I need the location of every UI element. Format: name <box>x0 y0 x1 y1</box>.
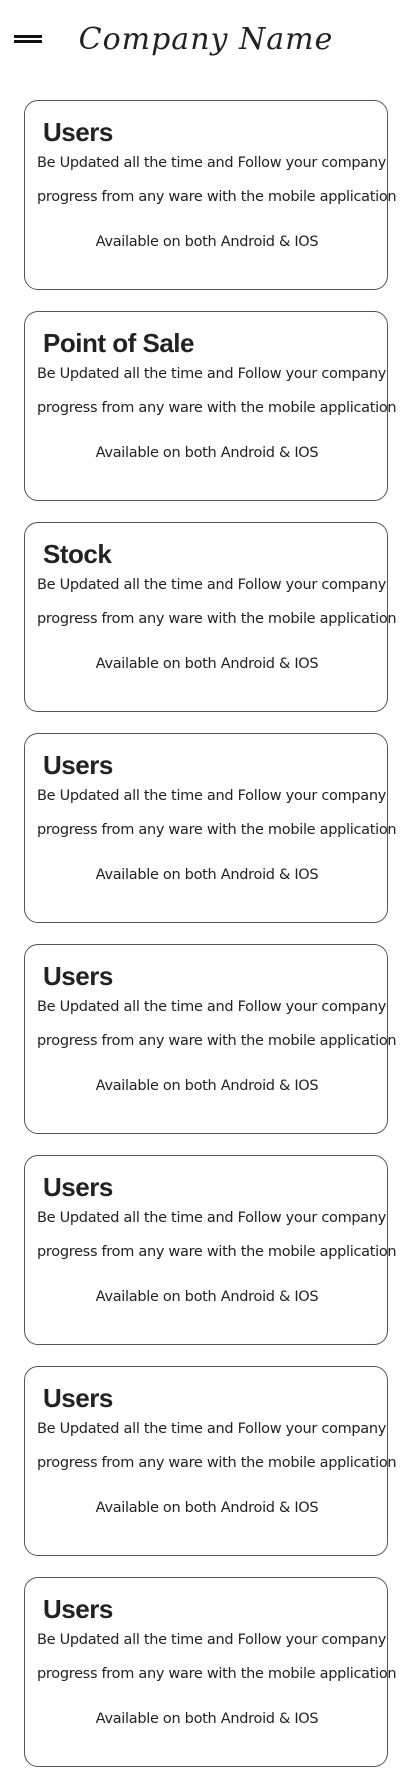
card-description-line-2: progress from any ware with the mobile a… <box>37 822 397 838</box>
card-users-5[interactable]: Users Be Updated all the time and Follow… <box>24 1366 397 1556</box>
card-description-line-2: progress from any ware with the mobile a… <box>37 1244 397 1260</box>
card-users-2[interactable]: Users Be Updated all the time and Follow… <box>24 733 397 923</box>
card-description-line-1: Be Updated all the time and Follow your … <box>37 1210 387 1226</box>
app-header: Company Name <box>0 0 412 86</box>
card-point-of-sale[interactable]: Point of Sale Be Updated all the time an… <box>24 311 397 501</box>
card-description-line-1: Be Updated all the time and Follow your … <box>37 999 387 1015</box>
card-description-line-2: progress from any ware with the mobile a… <box>37 1455 397 1471</box>
card-availability-text: Available on both Android & IOS <box>95 1500 319 1516</box>
card-title: Users <box>43 961 113 991</box>
card-title: Users <box>43 750 113 780</box>
card-title: Stock <box>43 539 112 569</box>
card-description-line-1: Be Updated all the time and Follow your … <box>37 366 387 382</box>
card-users-4[interactable]: Users Be Updated all the time and Follow… <box>24 1155 397 1345</box>
card-title: Point of Sale <box>43 328 194 358</box>
card-title: Users <box>43 117 113 147</box>
card-users-6[interactable]: Users Be Updated all the time and Follow… <box>24 1577 397 1767</box>
card-list: Users Be Updated all the time and Follow… <box>24 100 397 1788</box>
card-description-line-1: Be Updated all the time and Follow your … <box>37 1421 387 1437</box>
card-description-line-2: progress from any ware with the mobile a… <box>37 1033 397 1049</box>
company-name-title: Company Name <box>78 22 334 57</box>
card-availability-text: Available on both Android & IOS <box>95 1289 319 1305</box>
card-availability-text: Available on both Android & IOS <box>95 445 319 461</box>
card-description-line-1: Be Updated all the time and Follow your … <box>37 155 387 171</box>
card-users-3[interactable]: Users Be Updated all the time and Follow… <box>24 944 397 1134</box>
card-description-line-2: progress from any ware with the mobile a… <box>37 189 397 205</box>
card-description-line-1: Be Updated all the time and Follow your … <box>37 788 387 804</box>
card-availability-text: Available on both Android & IOS <box>95 1711 319 1727</box>
card-availability-text: Available on both Android & IOS <box>95 234 319 250</box>
card-description-line-1: Be Updated all the time and Follow your … <box>37 577 387 593</box>
card-description-line-2: progress from any ware with the mobile a… <box>37 1666 397 1682</box>
card-users-1[interactable]: Users Be Updated all the time and Follow… <box>24 100 397 290</box>
card-description-line-1: Be Updated all the time and Follow your … <box>37 1632 387 1648</box>
card-availability-text: Available on both Android & IOS <box>95 656 319 672</box>
card-title: Users <box>43 1594 113 1624</box>
card-description-line-2: progress from any ware with the mobile a… <box>37 611 397 627</box>
card-stock[interactable]: Stock Be Updated all the time and Follow… <box>24 522 397 712</box>
card-availability-text: Available on both Android & IOS <box>95 1078 319 1094</box>
card-availability-text: Available on both Android & IOS <box>95 867 319 883</box>
card-title: Users <box>43 1172 113 1202</box>
card-description-line-2: progress from any ware with the mobile a… <box>37 400 397 416</box>
card-title: Users <box>43 1383 113 1413</box>
